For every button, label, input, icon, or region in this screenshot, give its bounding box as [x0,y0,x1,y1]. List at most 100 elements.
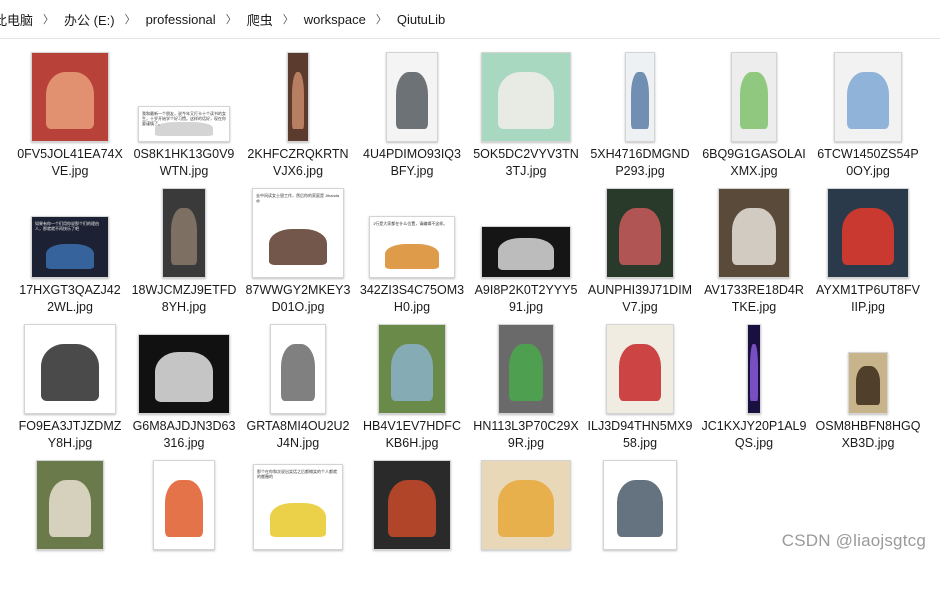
file-item[interactable]: OSM8HBFN8HGQXB3D.jpg [813,322,923,454]
image-thumbnail[interactable] [747,324,761,414]
image-thumbnail[interactable] [36,460,104,550]
thumbnail-art [45,72,95,129]
file-item[interactable] [129,458,239,590]
file-item[interactable]: 那个在你和次说出笑话之后都摊笑的个人都就的搬撤的 [243,458,353,590]
image-thumbnail[interactable] [138,334,230,414]
image-thumbnail[interactable] [373,460,451,550]
file-item[interactable]: 2KHFCZRQKRTNVJX6.jpg [243,50,353,182]
file-item[interactable]: 我和最新一个朋友，说今年又打卡十个读书的女生，十岁开始学个好习惯。这样的话好，现… [129,50,239,182]
file-name: AUNPHI39J71DIMV7.jpg [587,283,693,314]
file-item[interactable]: 6TCW1450ZS54P0OY.jpg [813,50,923,182]
thumbnail-art [508,344,544,401]
image-thumbnail[interactable] [270,324,326,414]
file-name: 5OK5DC2VYV3TN3TJ.jpg [473,147,579,178]
image-thumbnail[interactable] [718,188,790,278]
breadcrumb-qiutulib[interactable]: QiutuLib [391,12,451,27]
thumbnail-art [45,244,95,269]
file-item[interactable]: 0FV5JOL41EA74XVE.jpg [15,50,125,182]
file-item[interactable]: 1行是大家都在什么位置，请编辑不这样。 342ZI3S4C75OM3H0.jpg [357,186,467,318]
file-item[interactable]: AYXM1TP6UT8FVIIP.jpg [813,186,923,318]
image-thumbnail[interactable] [378,324,446,414]
thumbnail-art [618,208,662,265]
chevron-right-icon[interactable]: 〉 [121,11,140,27]
image-thumbnail[interactable] [481,52,571,142]
file-item[interactable]: JC1KXJY20P1AL9QS.jpg [699,322,809,454]
file-name: 2KHFCZRQKRTNVJX6.jpg [247,147,349,178]
file-name: HN113L3P70C29X9R.jpg [473,419,579,450]
file-item[interactable]: 去中间读女士银工作，然后你的家庭是 Jihaoda@ 87WWGY2MKEY3D0… [243,186,353,318]
image-thumbnail[interactable] [481,460,571,550]
thumbnail-art [631,72,649,129]
image-thumbnail[interactable] [24,324,116,414]
file-item[interactable] [471,458,581,590]
image-thumbnail[interactable] [606,188,674,278]
image-thumbnail[interactable] [625,52,655,142]
thumbnail-art [739,72,769,129]
file-name: 342ZI3S4C75OM3H0.jpg [359,283,465,314]
file-name: 6BQ9G1GASOLAIXMX.jpg [702,147,806,178]
image-thumbnail[interactable]: 1行是大家都在什么位置，请编辑不这样。 [369,216,455,278]
thumbnail-art [618,344,662,401]
file-name: OSM8HBFN8HGQXB3D.jpg [815,419,921,450]
file-item[interactable] [15,458,125,590]
image-thumbnail[interactable]: 那个在你和次说出笑话之后都摊笑的个人都就的搬撤的 [253,464,343,550]
file-name: AYXM1TP6UT8FVIIP.jpg [816,283,920,314]
image-thumbnail[interactable] [603,460,677,550]
image-thumbnail[interactable] [606,324,674,414]
chevron-right-icon[interactable]: 〉 [279,11,298,27]
breadcrumb-workspace[interactable]: workspace [298,12,372,27]
thumbnail-text: 如果有你一个们用你说那个们的理由人，那就就不再快乐了吧 [35,221,99,231]
image-thumbnail[interactable] [386,52,438,142]
image-thumbnail[interactable]: 我和最新一个朋友，说今年又打卡十个读书的女生，十岁开始学个好习惯。这样的话好，现… [138,106,230,142]
file-name: GRTA8MI4OU2U2J4N.jpg [246,419,350,450]
breadcrumb-this-pc[interactable]: 此电脑 [0,10,39,29]
file-item[interactable]: 5OK5DC2VYV3TN3TJ.jpg [471,50,581,182]
breadcrumb-professional[interactable]: professional [140,12,222,27]
file-item[interactable]: G6M8AJDJN3D63316.jpg [129,322,239,454]
chevron-right-icon[interactable]: 〉 [372,11,391,27]
image-thumbnail[interactable]: 如果有你一个们用你说那个们的理由人，那就就不再快乐了吧 [31,216,109,278]
file-item[interactable]: HB4V1EV7HDFCKB6H.jpg [357,322,467,454]
image-thumbnail[interactable] [287,52,309,142]
file-item[interactable]: HN113L3P70C29X9R.jpg [471,322,581,454]
thumbnail-art [48,480,92,537]
file-name: HB4V1EV7HDFCKB6H.jpg [363,419,461,450]
file-name: 0S8K1HK13G0V9WTN.jpg [133,147,235,178]
image-thumbnail[interactable] [498,324,554,414]
file-item[interactable]: AV1733RE18D4RTKE.jpg [699,186,809,318]
file-item[interactable]: AUNPHI39J71DIMV7.jpg [585,186,695,318]
file-item[interactable]: GRTA8MI4OU2U2J4N.jpg [243,322,353,454]
file-item[interactable] [357,458,467,590]
file-name: 6TCW1450ZS54P0OY.jpg [817,147,919,178]
breadcrumb-drive-e[interactable]: 办公 (E:) [58,10,121,29]
file-item[interactable]: ILJ3D94THN5MX958.jpg [585,322,695,454]
image-thumbnail[interactable] [481,226,571,278]
image-thumbnail[interactable] [848,352,888,414]
image-thumbnail[interactable] [731,52,777,142]
file-name: ILJ3D94THN5MX958.jpg [587,419,693,450]
breadcrumb-crawler[interactable]: 爬虫 [241,10,279,29]
file-item[interactable]: FO9EA3JTJZDMZY8H.jpg [15,322,125,454]
image-thumbnail[interactable] [827,188,909,278]
chevron-right-icon[interactable]: 〉 [222,11,241,27]
file-item[interactable]: 如果有你一个们用你说那个们的理由人，那就就不再快乐了吧 17HXGT3QAZJ42… [15,186,125,318]
image-thumbnail[interactable] [834,52,902,142]
address-bar[interactable]: 此电脑 〉 办公 (E:) 〉 professional 〉 爬虫 〉 work… [0,0,940,39]
image-thumbnail[interactable] [31,52,109,142]
file-item[interactable] [585,458,695,590]
file-item[interactable]: A9I8P2K0T2YYY591.jpg [471,186,581,318]
file-item[interactable]: 18WJCMZJ9ETFD8YH.jpg [129,186,239,318]
thumbnail-art [497,72,555,129]
image-thumbnail[interactable]: 去中间读女士银工作，然后你的家庭是 Jihaoda@ [252,188,344,278]
image-thumbnail[interactable] [162,188,206,278]
file-item[interactable]: 4U4PDIMO93IQ3BFY.jpg [357,50,467,182]
file-name: JC1KXJY20P1AL9QS.jpg [701,419,807,450]
thumbnail-text: 我和最新一个朋友，说今年又打卡十个读书的女生，十岁开始学个好习惯。这样的话好，现… [142,111,226,126]
file-item[interactable]: 5XH4716DMGNDP293.jpg [585,50,695,182]
file-item[interactable]: 6BQ9G1GASOLAIXMX.jpg [699,50,809,182]
image-thumbnail[interactable] [153,460,215,550]
thumbnail-art [855,366,881,405]
chevron-right-icon[interactable]: 〉 [39,11,58,27]
file-name: 0FV5JOL41EA74XVE.jpg [17,147,123,178]
thumbnail-text: 1行是大家都在什么位置，请编辑不这样。 [373,221,448,226]
